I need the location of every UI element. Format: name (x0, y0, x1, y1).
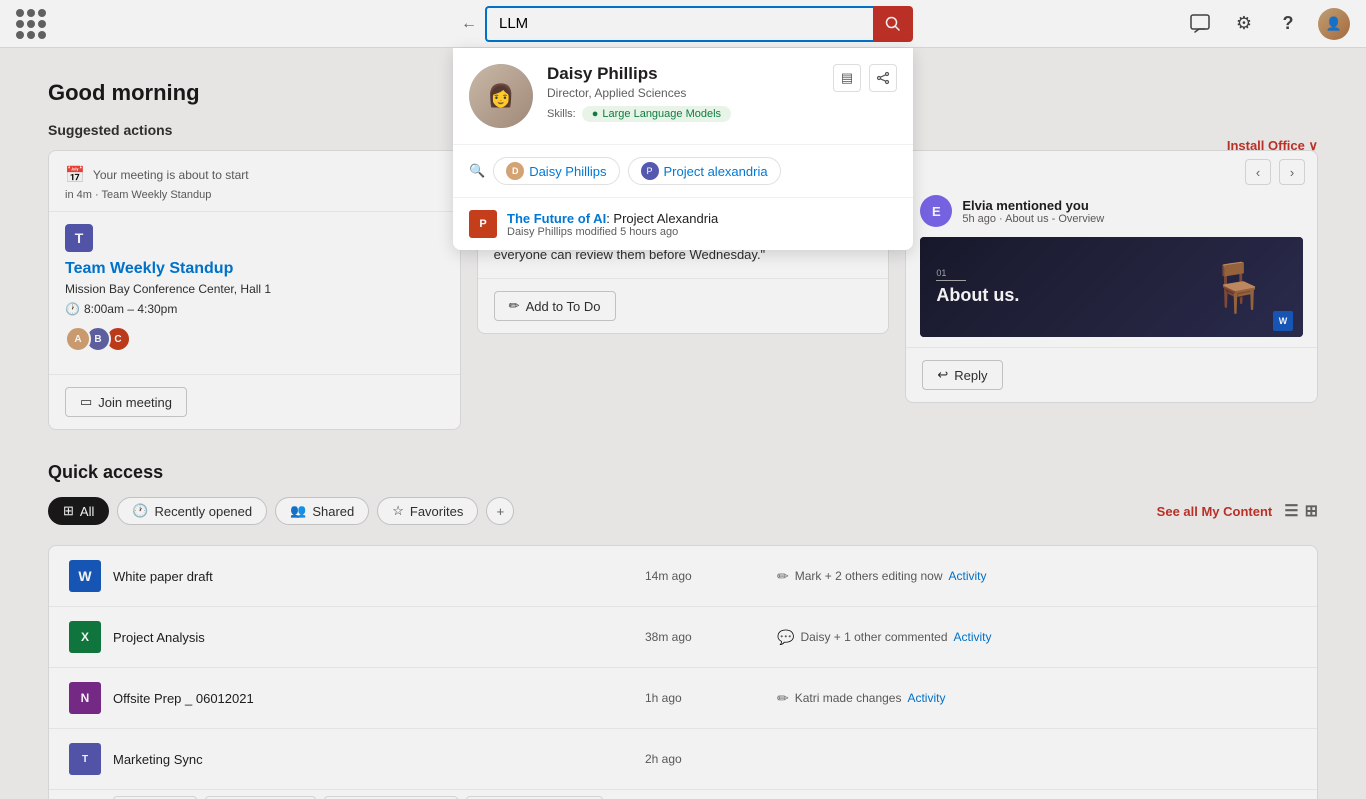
person-info: Daisy Phillips Director, Applied Science… (547, 64, 819, 122)
pill-person-label: Daisy Phillips (529, 164, 606, 179)
suggestion-file-name: The Future of AI: Project Alexandria (507, 211, 897, 226)
pill-search-icon: 🔍 (469, 163, 485, 179)
suggestion-file-ppt-icon: P (469, 210, 497, 238)
suggestion-pill-project[interactable]: P Project alexandria (628, 157, 781, 185)
suggestion-file[interactable]: P The Future of AI: Project Alexandria D… (453, 198, 913, 250)
pill-project-avatar: P (641, 162, 659, 180)
skills-label: Skills: (547, 108, 576, 120)
person-action-icons: ▤ (833, 64, 897, 92)
skills-value: Large Language Models (602, 108, 721, 120)
person-card: 👩 Daisy Phillips Director, Applied Scien… (453, 48, 913, 145)
suggestion-file-info: The Future of AI: Project Alexandria Dai… (507, 211, 897, 238)
pill-person-avatar: D (506, 162, 524, 180)
suggestion-pills-row: 🔍 D Daisy Phillips P Project alexandria (453, 145, 913, 198)
person-card-icon[interactable]: ▤ (833, 64, 861, 92)
suggestion-file-sub: Daisy Phillips modified 5 hours ago (507, 226, 897, 238)
person-avatar: 👩 (469, 64, 533, 128)
skills-badge: ● Large Language Models (582, 106, 731, 122)
search-dropdown: 👩 Daisy Phillips Director, Applied Scien… (453, 48, 913, 250)
person-name: Daisy Phillips (547, 64, 819, 84)
suggestion-pill-person[interactable]: D Daisy Phillips (493, 157, 619, 185)
pill-project-label: Project alexandria (664, 164, 768, 179)
person-share-icon[interactable] (869, 64, 897, 92)
person-title: Director, Applied Sciences (547, 86, 819, 100)
